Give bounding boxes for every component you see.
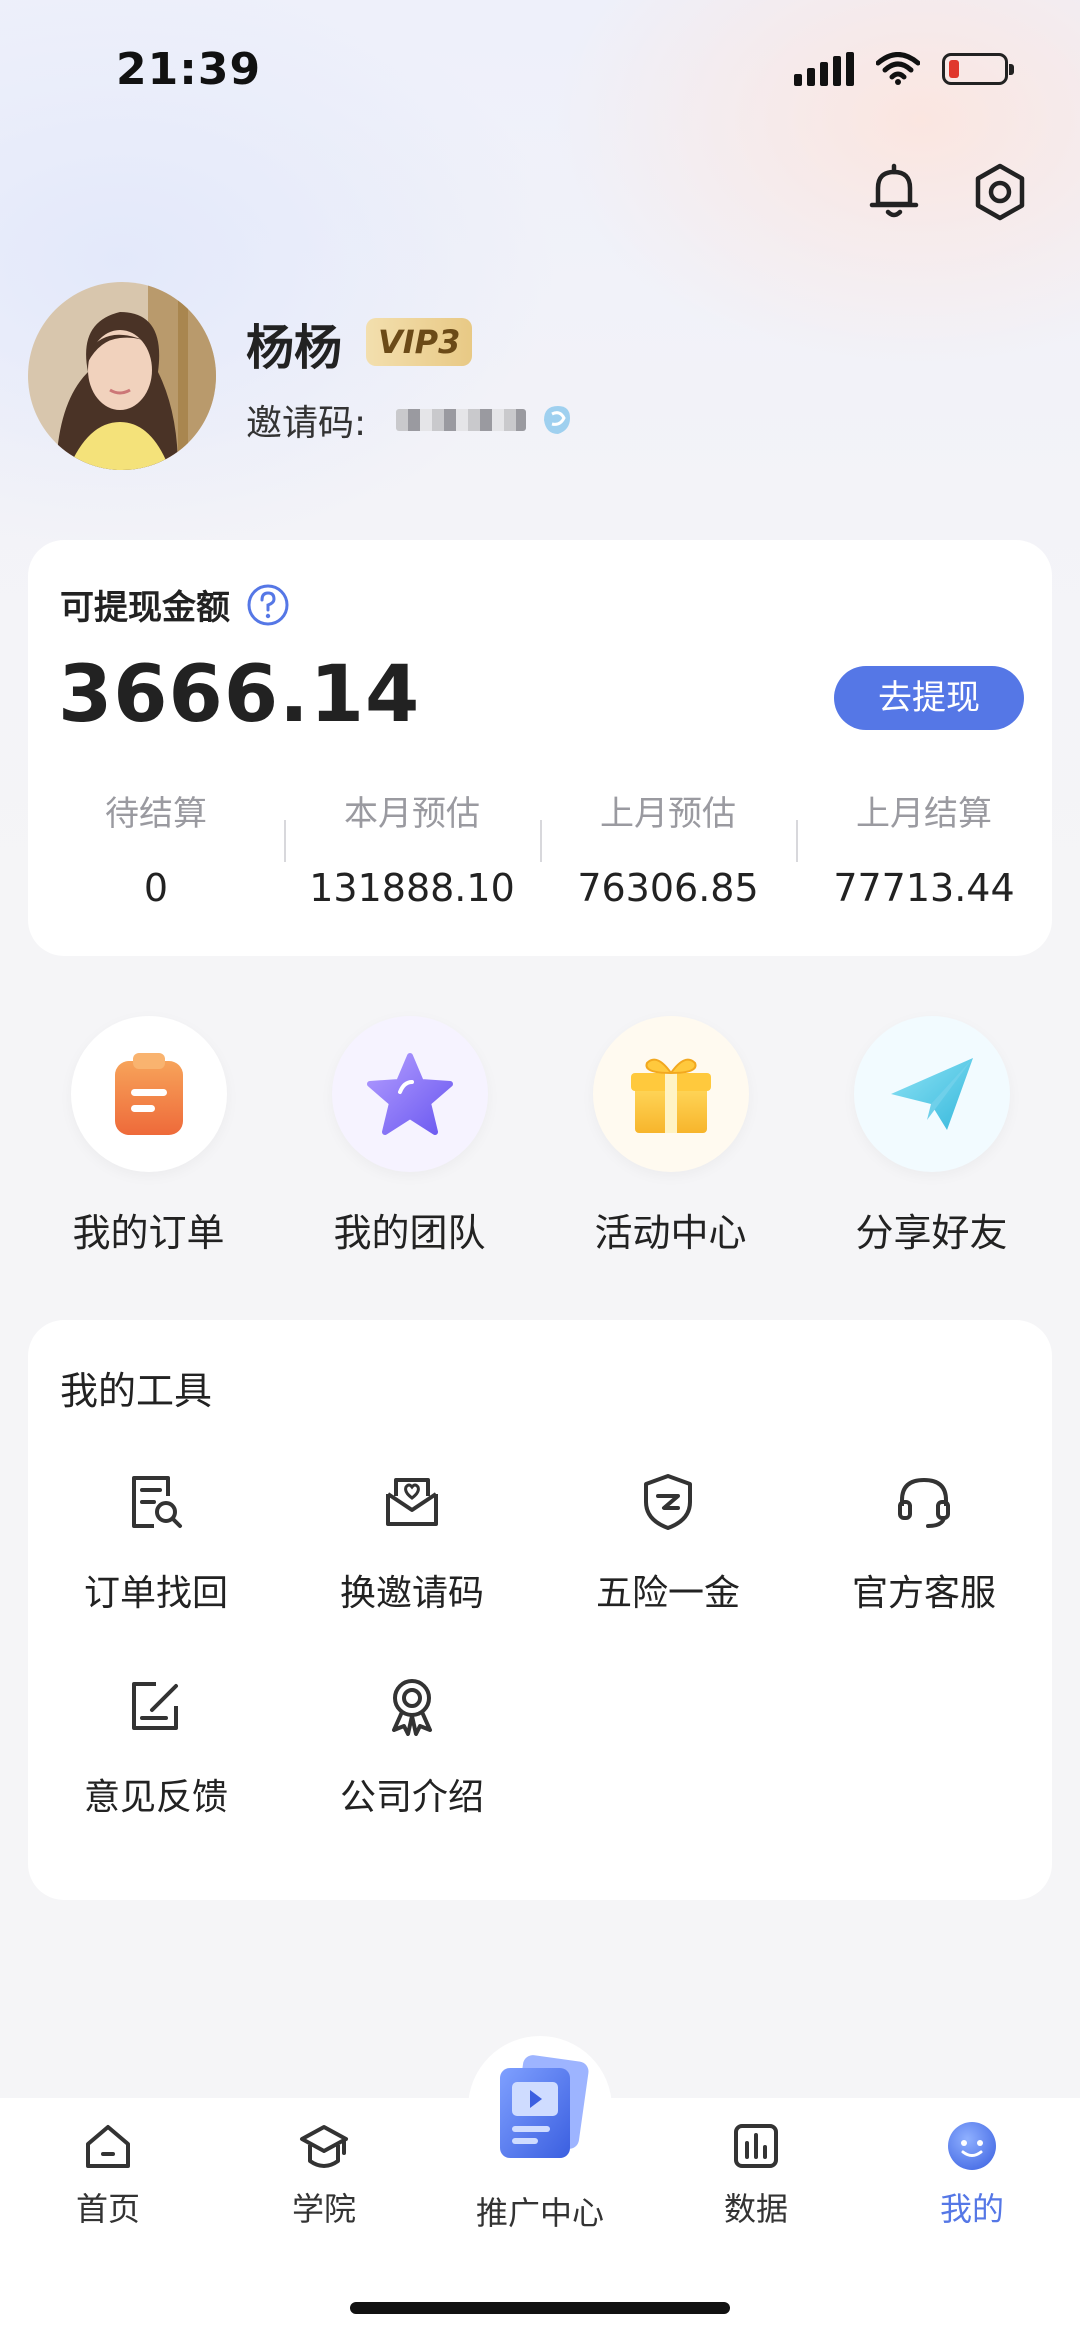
- quick-action-label: 活动中心: [594, 1211, 747, 1255]
- invite-label: 邀请码:: [246, 403, 367, 444]
- status-bar: 21:39: [0, 0, 1080, 140]
- tool-feedback[interactable]: 意见反馈: [28, 1674, 284, 1820]
- graduation-cap-icon: [296, 2118, 352, 2174]
- nav-label: 首页: [75, 2190, 140, 2228]
- settings-gear-icon[interactable]: [968, 160, 1032, 224]
- nav-item-home[interactable]: 首页: [38, 2118, 178, 2230]
- stat-value: 76306.85: [577, 866, 759, 910]
- withdrawable-label-row: 可提现金额: [60, 580, 290, 629]
- tool-label: 公司介绍: [339, 1777, 484, 1818]
- quick-action-share-friends[interactable]: 分享好友: [822, 1016, 1042, 1257]
- stat-label: 待结算: [105, 794, 207, 834]
- nav-label: 我的: [939, 2190, 1004, 2228]
- headset-icon: [892, 1470, 956, 1534]
- promo-center-button[interactable]: [468, 2036, 612, 2180]
- stat-label: 上月预估: [600, 794, 736, 834]
- signal-icon: [794, 52, 854, 86]
- shield-icon: [636, 1470, 700, 1534]
- stat-label: 上月结算: [856, 794, 992, 834]
- star-icon: [331, 1016, 488, 1172]
- home-icon: [80, 2118, 136, 2174]
- paper-plane-icon: [853, 1016, 1010, 1172]
- stat-value: 77713.44: [833, 866, 1015, 910]
- envelope-heart-icon: [380, 1470, 444, 1534]
- nav-item-promo-center[interactable]: 推广中心: [470, 2178, 610, 2234]
- document-search-icon: [124, 1470, 188, 1534]
- tool-order-recovery[interactable]: 订单找回: [28, 1470, 284, 1616]
- stat-value: 131888.10: [309, 866, 515, 910]
- copy-icon[interactable]: [536, 400, 576, 440]
- quick-action-label: 我的团队: [333, 1211, 486, 1255]
- tool-label: 换邀请码: [339, 1573, 484, 1614]
- nav-label: 推广中心: [475, 2194, 604, 2232]
- tool-change-invite-code[interactable]: 换邀请码: [284, 1470, 540, 1616]
- withdrawable-amount: 3666.14: [58, 650, 421, 740]
- wifi-icon: [876, 52, 920, 85]
- order-icon: [70, 1016, 227, 1172]
- smiley-icon: [944, 2118, 1000, 2174]
- withdrawable-label: 可提现金额: [60, 588, 230, 628]
- withdraw-button[interactable]: 去提现: [834, 666, 1024, 730]
- nav-label: 学院: [291, 2190, 356, 2228]
- tool-customer-service[interactable]: 官方客服: [796, 1470, 1052, 1616]
- battery-icon: [942, 53, 1014, 85]
- nav-item-mine[interactable]: 我的: [902, 2118, 1042, 2230]
- quick-action-my-team[interactable]: 我的团队: [300, 1016, 520, 1257]
- home-indicator: [350, 2302, 730, 2314]
- balance-card: 可提现金额 3666.14 去提现 待结算 0 本月预估 131888.10 上…: [28, 540, 1052, 956]
- tool-label: 五险一金: [595, 1573, 740, 1614]
- tool-label: 订单找回: [83, 1573, 228, 1614]
- quick-actions: 我的订单 我的团队 活动中心 分享好友: [0, 1016, 1080, 1257]
- gift-icon: [592, 1016, 749, 1172]
- nav-label: 数据: [723, 2190, 788, 2228]
- stat-pending[interactable]: 待结算 0: [28, 790, 284, 910]
- avatar[interactable]: [28, 282, 216, 470]
- quick-action-label: 分享好友: [855, 1211, 1008, 1255]
- username: 杨杨: [246, 320, 343, 376]
- tool-label: 官方客服: [851, 1573, 996, 1614]
- quick-action-label: 我的订单: [72, 1211, 225, 1255]
- earnings-stats: 待结算 0 本月预估 131888.10 上月预估 76306.85 上月结算 …: [28, 790, 1052, 910]
- help-question-icon[interactable]: [246, 583, 290, 627]
- stat-last-month-estimate[interactable]: 上月预估 76306.85: [540, 790, 796, 910]
- bar-chart-icon: [728, 2118, 784, 2174]
- stat-label: 本月预估: [344, 794, 480, 834]
- tool-insurance-fund[interactable]: 五险一金: [540, 1470, 796, 1616]
- nav-item-data[interactable]: 数据: [686, 2118, 826, 2230]
- my-tools-card: 我的工具 订单找回 换邀请码 五险一金 官方客服 意见反馈 公司介绍: [28, 1320, 1052, 1900]
- invite-code-blurred: [396, 409, 527, 431]
- vip-badge: VIP3: [366, 318, 473, 366]
- stat-last-month-settled[interactable]: 上月结算 77713.44: [796, 790, 1052, 910]
- feedback-edit-icon: [124, 1674, 188, 1738]
- quick-action-my-orders[interactable]: 我的订单: [39, 1016, 259, 1257]
- notification-bell-icon[interactable]: [862, 160, 926, 224]
- tool-company-intro[interactable]: 公司介绍: [284, 1674, 540, 1820]
- stat-this-month-estimate[interactable]: 本月预估 131888.10: [284, 790, 540, 910]
- tool-label: 意见反馈: [83, 1777, 228, 1818]
- my-tools-title: 我的工具: [60, 1369, 213, 1413]
- status-time: 21:39: [116, 44, 262, 95]
- nav-item-academy[interactable]: 学院: [254, 2118, 394, 2230]
- quick-action-activity-center[interactable]: 活动中心: [561, 1016, 781, 1257]
- invite-code-row: 邀请码:: [246, 394, 576, 446]
- award-badge-icon: [380, 1674, 444, 1738]
- status-icons: [794, 52, 1014, 86]
- promo-center-icon: [500, 2055, 589, 2158]
- stat-value: 0: [143, 866, 169, 910]
